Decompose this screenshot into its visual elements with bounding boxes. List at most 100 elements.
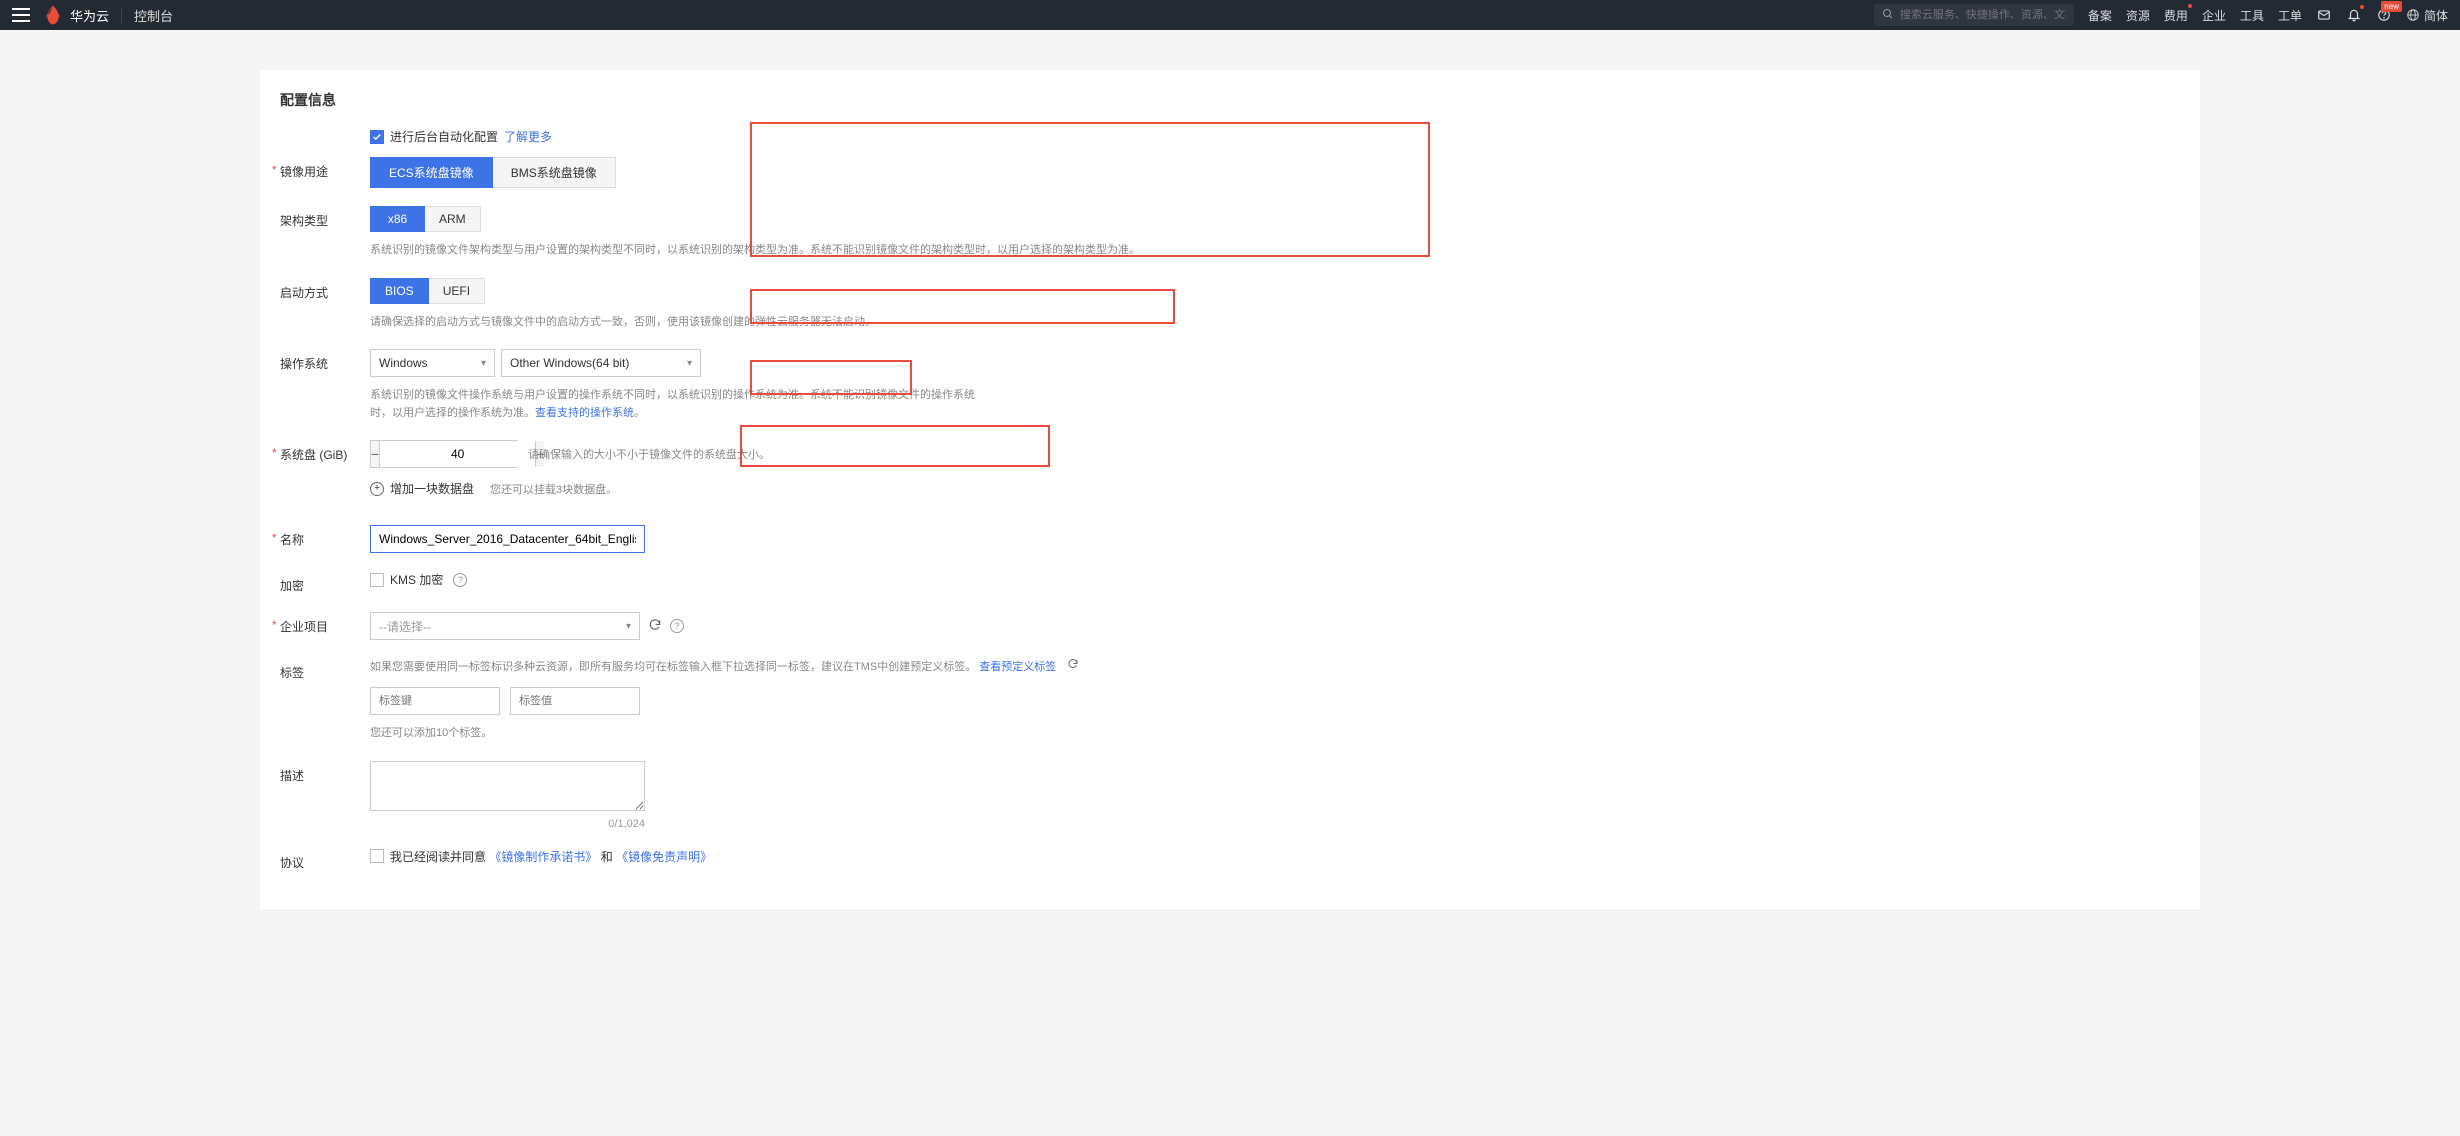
nav-resource[interactable]: 资源 <box>2126 7 2150 24</box>
tab-arm[interactable]: ARM <box>425 206 481 232</box>
add-disk-row: + 增加一块数据盘 您还可以挂载3块数据盘。 <box>370 480 2180 497</box>
section-title: 配置信息 <box>280 90 2180 110</box>
config-panel: 配置信息 进行后台自动化配置 了解更多 镜像用途 ECS系统盘镜像 BMS系统盘… <box>260 70 2200 909</box>
content-area: 配置信息 进行后台自动化配置 了解更多 镜像用途 ECS系统盘镜像 BMS系统盘… <box>0 30 2460 909</box>
help-icon[interactable]: new <box>2376 7 2392 23</box>
image-use-row: 镜像用途 ECS系统盘镜像 BMS系统盘镜像 <box>280 157 2180 188</box>
chevron-down-icon: ▾ <box>687 358 692 369</box>
desc-row: 描述 0/1,024 <box>280 761 2180 830</box>
disk-row: 系统盘 (GiB) − + 请确保输入的大小不小于镜像文件的系统盘大小。 + 增… <box>280 440 2180 497</box>
header-left: 华为云 控制台 <box>12 4 173 26</box>
os-version-select[interactable]: Other Windows(64 bit) ▾ <box>501 349 701 377</box>
arch-label: 架构类型 <box>280 206 370 229</box>
console-link[interactable]: 控制台 <box>134 6 173 25</box>
boot-tabs: BIOS UEFI <box>370 278 2180 304</box>
menu-icon[interactable] <box>12 8 30 22</box>
help-icon[interactable]: ? <box>670 619 684 633</box>
desc-textarea[interactable] <box>370 761 645 811</box>
nav-order[interactable]: 工单 <box>2278 7 2302 24</box>
refresh-icon[interactable] <box>1067 658 1079 677</box>
agreement-label: 协议 <box>280 848 370 871</box>
tab-bios[interactable]: BIOS <box>370 278 429 304</box>
boot-hint: 请确保选择的启动方式与镜像文件中的启动方式一致，否则，使用该镜像创建的弹性云服务… <box>370 314 2180 332</box>
tab-x86[interactable]: x86 <box>370 206 425 232</box>
disk-label: 系统盘 (GiB) <box>280 440 370 463</box>
agreement-link2[interactable]: 《镜像免责声明》 <box>616 850 712 864</box>
tag-label: 标签 <box>280 658 370 681</box>
os-selects: Windows ▾ Other Windows(64 bit) ▾ <box>370 349 2180 377</box>
auto-config-label: 进行后台自动化配置 <box>390 128 498 145</box>
os-hint: 系统识别的镜像文件操作系统与用户设置的操作系统不同时，以系统识别的操作系统为准。… <box>370 387 990 422</box>
header-right: 备案 资源 费用 企业 工具 工单 new 简体 <box>1874 4 2448 26</box>
nav-beian[interactable]: 备案 <box>2088 7 2112 24</box>
add-disk-link[interactable]: 增加一块数据盘 <box>390 480 474 497</box>
stepper-decrease[interactable]: − <box>371 441 380 467</box>
encrypt-label: 加密 <box>280 571 370 594</box>
auto-config-link[interactable]: 了解更多 <box>504 128 552 145</box>
top-header: 华为云 控制台 备案 资源 费用 企业 工具 工单 new 简体 <box>0 0 2460 30</box>
plus-circle-icon[interactable]: + <box>370 482 384 496</box>
add-disk-hint: 您还可以挂载3块数据盘。 <box>490 481 617 497</box>
search-bar[interactable] <box>1874 4 2074 26</box>
project-label: 企业项目 <box>280 612 370 635</box>
huawei-logo-icon <box>42 4 64 26</box>
refresh-icon[interactable] <box>648 618 662 635</box>
boot-row: 启动方式 BIOS UEFI 请确保选择的启动方式与镜像文件中的启动方式一致，否… <box>280 278 2180 332</box>
desc-char-count: 0/1,024 <box>370 818 645 830</box>
kms-checkbox[interactable] <box>370 573 384 587</box>
agreement-text: 我已经阅读并同意 《镜像制作承诺书》 和 《镜像免责声明》 <box>390 848 712 865</box>
name-input[interactable] <box>370 525 645 553</box>
brand-name: 华为云 <box>70 6 109 25</box>
message-icon[interactable] <box>2316 7 2332 23</box>
nav-fee[interactable]: 费用 <box>2164 7 2188 24</box>
name-row: 名称 <box>280 525 2180 553</box>
tab-ecs-system[interactable]: ECS系统盘镜像 <box>370 157 493 188</box>
os-support-link[interactable]: 查看支持的操作系统 <box>535 407 634 419</box>
tag-hint: 如果您需要使用同一标签标识多种云资源，即所有服务均可在标签输入框下拉选择同一标签… <box>370 658 2180 677</box>
header-divider <box>121 7 122 23</box>
disk-size-input[interactable] <box>380 441 535 467</box>
agreement-checkbox[interactable] <box>370 849 384 863</box>
disk-stepper: − + <box>370 440 518 468</box>
kms-label: KMS 加密 <box>390 571 443 588</box>
new-badge: new <box>2381 1 2402 12</box>
os-family-select[interactable]: Windows ▾ <box>370 349 495 377</box>
boot-label: 启动方式 <box>280 278 370 301</box>
tab-bms-system[interactable]: BMS系统盘镜像 <box>493 157 616 188</box>
help-icon[interactable]: ? <box>453 573 467 587</box>
os-row: 操作系统 Windows ▾ Other Windows(64 bit) ▾ 系… <box>280 349 2180 422</box>
desc-label: 描述 <box>280 761 370 784</box>
agreement-row: 协议 我已经阅读并同意 《镜像制作承诺书》 和 《镜像免责声明》 <box>280 848 2180 871</box>
encrypt-row: 加密 KMS 加密 ? <box>280 571 2180 594</box>
tag-key-input[interactable] <box>370 687 500 715</box>
arch-tabs: x86 ARM <box>370 206 2180 232</box>
nav-enterprise[interactable]: 企业 <box>2202 7 2226 24</box>
tag-value-input[interactable] <box>510 687 640 715</box>
os-label: 操作系统 <box>280 349 370 372</box>
globe-icon <box>2406 8 2420 22</box>
search-icon <box>1882 8 1894 23</box>
notification-icon[interactable] <box>2346 7 2362 23</box>
arch-hint: 系统识别的镜像文件架构类型与用户设置的架构类型不同时，以系统识别的架构类型为准。… <box>370 242 2180 260</box>
auto-config-row: 进行后台自动化配置 了解更多 <box>370 128 2180 145</box>
disk-hint: 请确保输入的大小不小于镜像文件的系统盘大小。 <box>528 446 770 462</box>
tag-link[interactable]: 查看预定义标签 <box>979 662 1056 674</box>
tag-row: 标签 如果您需要使用同一标签标识多种云资源，即所有服务均可在标签输入框下拉选择同… <box>280 658 2180 742</box>
brand-logo[interactable]: 华为云 <box>42 4 109 26</box>
chevron-down-icon: ▾ <box>626 621 631 632</box>
tab-uefi[interactable]: UEFI <box>429 278 485 304</box>
search-input[interactable] <box>1900 9 2066 21</box>
nav-tools[interactable]: 工具 <box>2240 7 2264 24</box>
project-select[interactable]: --请选择-- ▾ <box>370 612 640 640</box>
image-use-tabs: ECS系统盘镜像 BMS系统盘镜像 <box>370 157 2180 188</box>
arch-row: 架构类型 x86 ARM 系统识别的镜像文件架构类型与用户设置的架构类型不同时，… <box>280 206 2180 260</box>
auto-config-checkbox[interactable] <box>370 130 384 144</box>
tag-inputs <box>370 687 2180 715</box>
agreement-link1[interactable]: 《镜像制作承诺书》 <box>489 850 597 864</box>
language-selector[interactable]: 简体 <box>2406 7 2448 24</box>
chevron-down-icon: ▾ <box>481 358 486 369</box>
project-row: 企业项目 --请选择-- ▾ ? <box>280 612 2180 640</box>
image-use-label: 镜像用途 <box>280 157 370 180</box>
tag-footer: 您还可以添加10个标签。 <box>370 725 2180 743</box>
name-label: 名称 <box>280 525 370 548</box>
